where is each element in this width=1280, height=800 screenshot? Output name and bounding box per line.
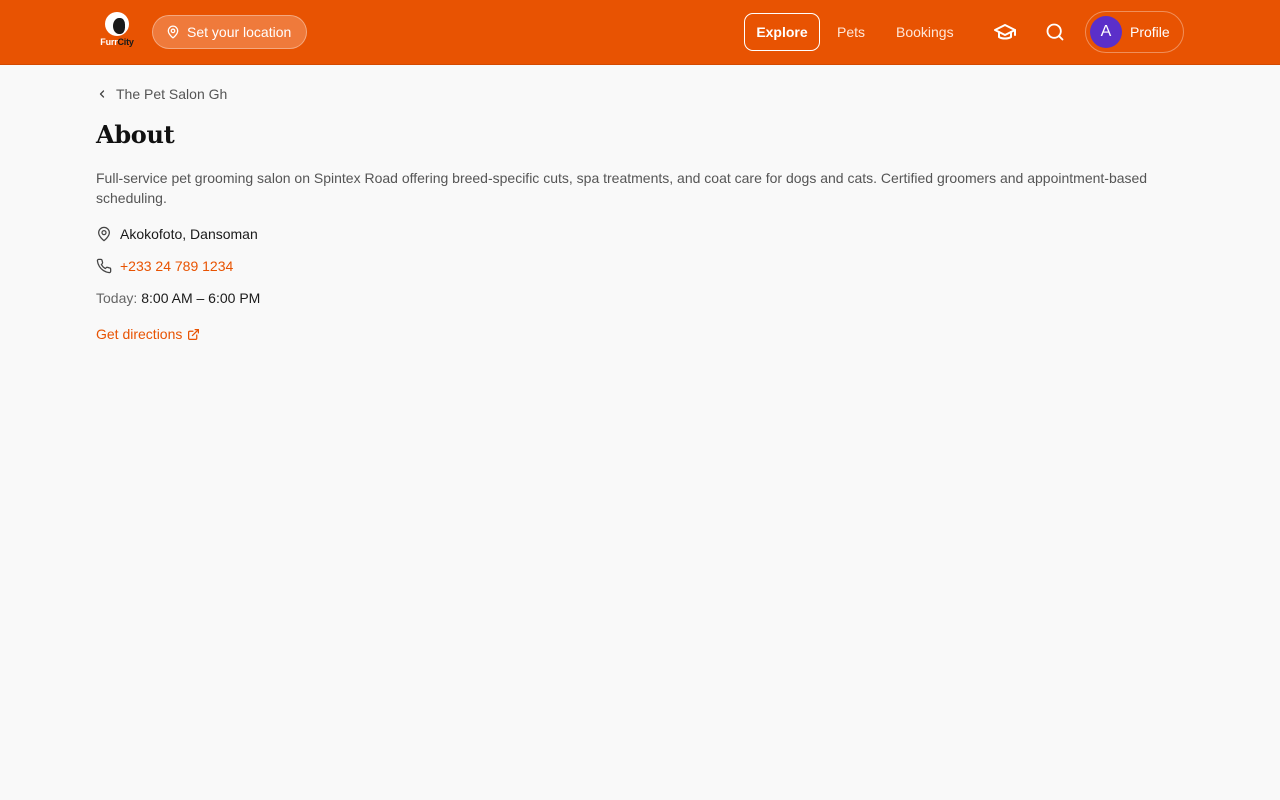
chevron-left-icon — [99, 90, 105, 98]
top-navigation-bar: FurrCity Set your location Explore Pets … — [0, 0, 1280, 65]
set-location-button[interactable]: Set your location — [152, 15, 307, 49]
breadcrumb-label: The Pet Salon Gh — [116, 86, 228, 102]
directions-label: Get directions — [96, 326, 183, 342]
address-row: Akokofoto, Dansoman — [96, 224, 258, 244]
get-directions-link[interactable]: Get directions — [96, 324, 200, 344]
phone-row: +233 24 789 1234 — [96, 256, 233, 276]
external-link-icon — [188, 328, 200, 340]
search-button[interactable] — [1043, 20, 1067, 44]
nav-bookings[interactable]: Bookings — [896, 13, 954, 51]
page-title: About — [96, 120, 175, 149]
hours-label: Today: — [96, 290, 138, 306]
hours-row: Today: 8:00 AM – 6:00 PM — [96, 288, 260, 308]
nav-pets[interactable]: Pets — [837, 13, 865, 51]
nav-explore[interactable]: Explore — [744, 13, 820, 51]
map-pin-icon — [98, 226, 110, 242]
map-pin-icon — [167, 25, 179, 39]
search-icon — [1046, 23, 1064, 41]
set-location-label: Set your location — [187, 24, 292, 40]
hours-value: 8:00 AM – 6:00 PM — [141, 290, 261, 306]
avatar: A — [1090, 16, 1122, 48]
profile-button[interactable]: A Profile — [1085, 11, 1184, 53]
graduation-cap-icon — [994, 24, 1016, 40]
logo-mark-icon — [105, 12, 129, 36]
address-text: Akokofoto, Dansoman — [120, 226, 258, 242]
about-description: Full-service pet grooming salon on Spint… — [96, 170, 1148, 206]
learn-button[interactable] — [993, 20, 1017, 44]
furrcity-logo[interactable]: FurrCity — [96, 12, 138, 50]
phone-icon — [96, 258, 112, 274]
phone-link[interactable]: +233 24 789 1234 — [120, 258, 233, 274]
profile-label: Profile — [1130, 24, 1170, 40]
logo-text: FurrCity — [100, 37, 134, 47]
back-breadcrumb[interactable]: The Pet Salon Gh — [96, 85, 227, 103]
